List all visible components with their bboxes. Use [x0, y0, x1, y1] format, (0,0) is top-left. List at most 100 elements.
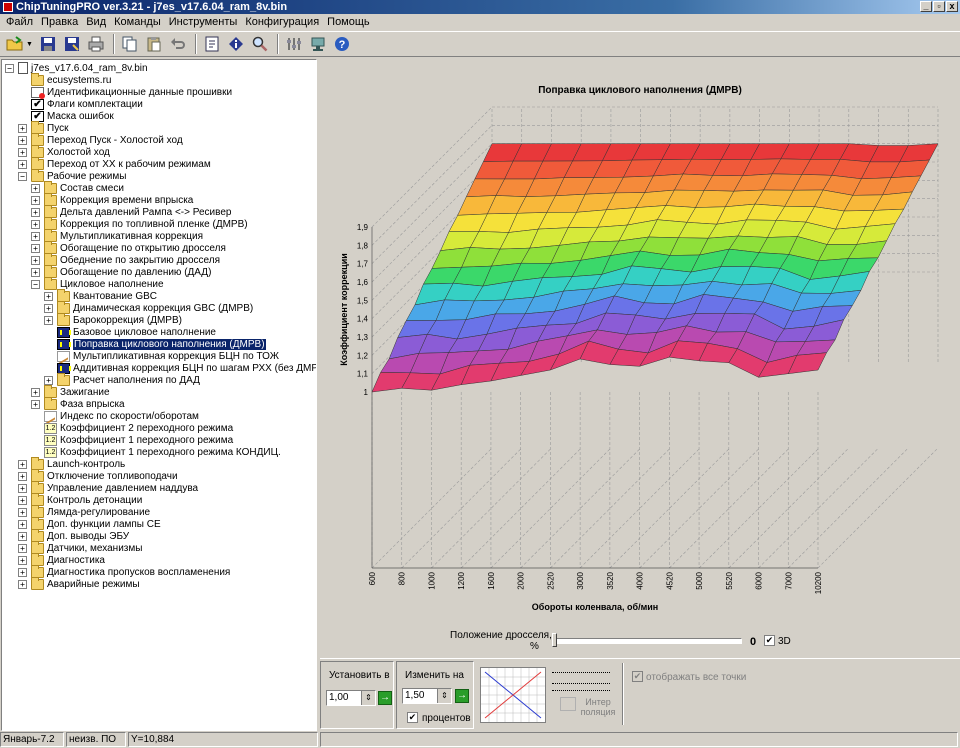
tree-node[interactable]: Аддитивная коррекция БЦН по шагам РХХ (б… — [44, 362, 316, 374]
tree-node[interactable]: Поправка циклового наполнения (ДМРВ) — [44, 337, 267, 351]
undo-button[interactable] — [167, 33, 189, 55]
tree-node[interactable]: + Расчет наполнения по ДАД — [44, 372, 200, 386]
smooth-slider-2[interactable] — [552, 678, 610, 684]
save-button[interactable] — [37, 33, 59, 55]
maximize-button[interactable]: ▫ — [933, 1, 945, 12]
tree-node[interactable]: + Зажигание — [31, 384, 110, 398]
expand-icon[interactable]: + — [18, 531, 27, 541]
expand-icon[interactable]: + — [31, 387, 40, 397]
tree-node[interactable]: 1.2 Коэффициент 1 переходного режима — [31, 434, 233, 446]
tree-node[interactable]: Индекс по скорости/оборотам — [31, 410, 199, 422]
collapse-icon[interactable]: − — [31, 279, 40, 289]
set-apply-button[interactable]: → — [378, 691, 392, 705]
expand-icon[interactable]: + — [18, 555, 27, 565]
expand-icon[interactable]: + — [31, 219, 40, 229]
print-button[interactable] — [85, 33, 107, 55]
tree-node[interactable]: + Коррекция времени впрыска — [31, 192, 193, 206]
expand-icon[interactable]: + — [18, 159, 27, 169]
expand-icon[interactable]: + — [18, 471, 27, 481]
menu-file[interactable]: Файл — [2, 14, 37, 30]
expand-icon[interactable]: + — [18, 147, 27, 157]
expand-icon[interactable]: + — [18, 579, 27, 589]
expand-icon[interactable]: + — [31, 207, 40, 217]
tree-node[interactable]: ✔ Флаги комплектации — [18, 98, 143, 110]
tree-node[interactable]: + Обогащение по давлению (ДАД) — [31, 264, 211, 278]
open-dropdown-arrow-icon[interactable]: ▼ — [26, 41, 33, 48]
search-button[interactable] — [249, 33, 271, 55]
tree-node[interactable]: + Мультипликативная коррекция — [31, 228, 203, 242]
tree-node[interactable]: 1.2 Коэффициент 2 переходного режима — [31, 422, 233, 434]
tree-node[interactable]: + Барокоррекция (ДМРВ) — [44, 312, 182, 326]
help-button[interactable]: ? — [331, 33, 353, 55]
save-as-button[interactable] — [61, 33, 83, 55]
tree-node[interactable]: + Диагностика пропусков воспламенения — [18, 564, 230, 578]
tree-node[interactable]: + Переход от ХХ к рабочим режимам — [18, 156, 211, 170]
expand-icon[interactable]: + — [18, 483, 27, 493]
close-button[interactable]: x — [946, 1, 958, 12]
tree-node[interactable]: + Обогащение по открытию дросселя — [31, 240, 226, 254]
tree-node[interactable]: + Динамическая коррекция GBC (ДМРВ) — [44, 300, 253, 314]
menu-help[interactable]: Помощь — [323, 14, 374, 30]
menu-view[interactable]: Вид — [82, 14, 110, 30]
tree-node[interactable]: + Аварийные режимы — [18, 576, 140, 590]
document-button[interactable] — [201, 33, 223, 55]
expand-icon[interactable]: + — [18, 519, 27, 529]
tree-node[interactable]: Базовое цикловое наполнение — [44, 326, 216, 338]
tree-node[interactable]: ecusystems.ru — [18, 72, 111, 86]
expand-icon[interactable]: + — [44, 303, 53, 313]
expand-icon[interactable]: + — [31, 183, 40, 193]
tree-node[interactable]: Идентификационные данные прошивки — [18, 86, 232, 99]
expand-icon[interactable]: + — [18, 507, 27, 517]
menu-tools[interactable]: Инструменты — [165, 14, 242, 30]
tree-node[interactable]: + Обеднение по закрытию дросселя — [31, 252, 220, 266]
change-apply-button[interactable]: → — [455, 689, 469, 703]
collapse-icon[interactable]: − — [18, 171, 27, 181]
open-button[interactable] — [4, 33, 26, 55]
smooth-slider-3[interactable] — [552, 687, 610, 691]
set-value-input[interactable]: 1,00 ⇕ — [326, 690, 376, 706]
tree-node[interactable]: 1.2 Коэффициент 1 переходного режима КОНД… — [31, 446, 281, 458]
interpolation-preview[interactable] — [480, 667, 546, 723]
tree-node[interactable]: + Управление давлением наддува — [18, 480, 198, 494]
copy-button[interactable] — [119, 33, 141, 55]
expand-icon[interactable]: + — [44, 291, 53, 301]
expand-icon[interactable]: + — [31, 399, 40, 409]
expand-icon[interactable]: + — [18, 567, 27, 577]
expand-icon[interactable]: + — [18, 459, 27, 469]
3d-checkbox[interactable]: ✔ — [764, 635, 775, 646]
expand-icon[interactable]: + — [31, 255, 40, 265]
tree-node[interactable]: + Отключение топливоподачи — [18, 468, 178, 482]
tree-node[interactable]: + Пуск — [18, 120, 68, 134]
expand-icon[interactable]: + — [31, 231, 40, 241]
menu-edit[interactable]: Правка — [37, 14, 82, 30]
interpolation-button[interactable] — [560, 697, 576, 711]
menu-commands[interactable]: Команды — [110, 14, 165, 30]
tree-node[interactable]: + Дельта давлений Рампа <-> Ресивер — [31, 204, 231, 218]
tree-node[interactable]: + Переход Пуск - Холостой ход — [18, 132, 183, 146]
tree-node[interactable]: + Фаза впрыска — [31, 396, 125, 410]
menu-config[interactable]: Конфигурация — [241, 14, 323, 30]
expand-icon[interactable]: + — [18, 135, 27, 145]
tree-node[interactable]: − Рабочие режимы — [18, 168, 126, 182]
expand-icon[interactable]: + — [31, 195, 40, 205]
smooth-slider-1[interactable] — [552, 667, 610, 673]
expand-icon[interactable]: + — [18, 543, 27, 553]
percent-checkbox[interactable]: ✔ — [407, 712, 418, 723]
slider-thumb[interactable] — [552, 633, 557, 647]
spin-arrows-icon[interactable]: ⇕ — [437, 689, 451, 703]
change-value-input[interactable]: 1,50 ⇕ — [402, 688, 452, 704]
tree-node[interactable]: − j7es_v17.6.04_ram_8v.bin — [5, 62, 148, 74]
tree-node[interactable]: Мультипликативная коррекция БЦН по ТОЖ — [44, 350, 279, 362]
tree-node[interactable]: − Цикловое наполнение — [31, 276, 164, 290]
smoothing-sliders[interactable] — [552, 665, 612, 693]
tools-button[interactable] — [283, 33, 305, 55]
expand-icon[interactable]: + — [44, 315, 53, 325]
expand-icon[interactable]: + — [18, 123, 27, 133]
paste-button[interactable] — [143, 33, 165, 55]
expand-icon[interactable]: + — [18, 495, 27, 505]
spin-arrows-icon[interactable]: ⇕ — [361, 691, 375, 705]
expand-icon[interactable]: + — [31, 243, 40, 253]
tree-node[interactable]: + Коррекция по топливной пленке (ДМРВ) — [31, 216, 248, 230]
tree-node[interactable]: + Доп. функции лампы CE — [18, 516, 161, 530]
tree-panel[interactable]: − j7es_v17.6.04_ram_8v.bin ecusystems.ru Ид… — [1, 59, 317, 731]
